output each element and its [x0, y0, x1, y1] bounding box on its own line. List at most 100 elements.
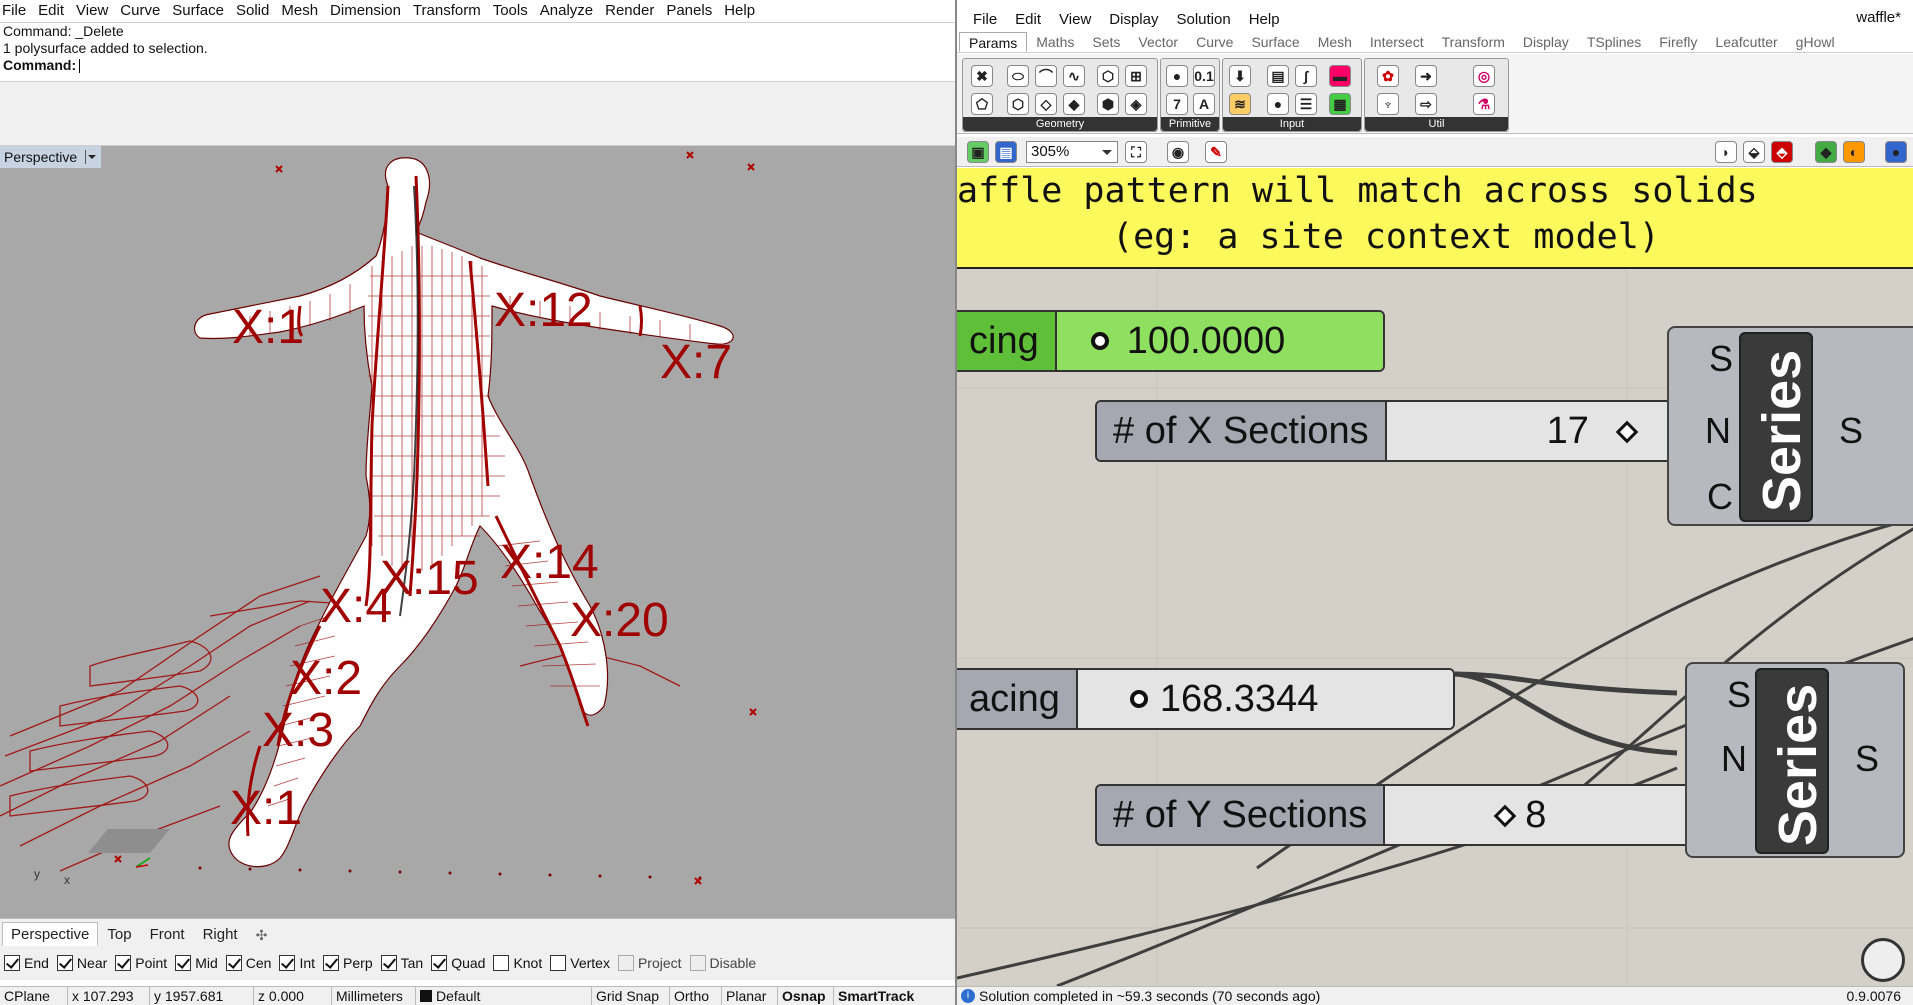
- input-s[interactable]: S: [1709, 338, 1733, 380]
- tab-vector[interactable]: Vector: [1129, 32, 1187, 52]
- slider-track[interactable]: 168.3344: [1077, 670, 1453, 728]
- osnap-cen[interactable]: Cen: [225, 955, 271, 971]
- osnap-project[interactable]: Project: [617, 955, 682, 971]
- rhino-menu-dimension[interactable]: Dimension: [330, 2, 401, 19]
- relay-arrow-icon[interactable]: ➜: [1415, 65, 1437, 87]
- brep-param-icon[interactable]: ⬡: [1097, 65, 1119, 87]
- field-param-icon[interactable]: ⬠: [971, 93, 993, 115]
- graph-param-icon[interactable]: ∫: [1295, 65, 1317, 87]
- tab-top[interactable]: Top: [98, 922, 140, 946]
- gh-menu-file[interactable]: File: [973, 11, 997, 28]
- input-c[interactable]: C: [1707, 476, 1733, 518]
- point-param-icon[interactable]: ◆: [1063, 93, 1085, 115]
- curve-param-icon[interactable]: ∿: [1063, 65, 1085, 87]
- osnap-tan[interactable]: Tan: [380, 955, 423, 971]
- tab-surface[interactable]: Surface: [1242, 32, 1308, 52]
- tab-mesh[interactable]: Mesh: [1309, 32, 1361, 52]
- tab-firefly[interactable]: Firefly: [1650, 32, 1706, 52]
- slider-grip-icon[interactable]: [1493, 804, 1517, 828]
- navigation-wheel-icon[interactable]: [1861, 938, 1905, 982]
- slider-track[interactable]: 100.0000: [1056, 312, 1383, 370]
- preview-eye-icon[interactable]: ◉: [1167, 141, 1189, 163]
- gh-menu-solution[interactable]: Solution: [1176, 11, 1230, 28]
- text-param-icon[interactable]: A: [1193, 93, 1215, 115]
- slider-grip-icon[interactable]: [1090, 332, 1109, 350]
- gh-menu-view[interactable]: View: [1059, 11, 1091, 28]
- status-ortho[interactable]: Ortho: [670, 986, 722, 1005]
- sketch-pen-icon[interactable]: ✎: [1205, 141, 1227, 163]
- viewport-title[interactable]: Perspective: [0, 146, 102, 168]
- tab-sets[interactable]: Sets: [1083, 32, 1129, 52]
- slider-grip-icon[interactable]: [1129, 690, 1148, 708]
- status-units[interactable]: Millimeters: [332, 986, 416, 1005]
- tab-transform[interactable]: Transform: [1433, 32, 1514, 52]
- osnap-point[interactable]: Point: [115, 955, 167, 971]
- vector-param-icon[interactable]: ◈: [1125, 93, 1147, 115]
- slider-grip-icon[interactable]: [1615, 420, 1638, 444]
- rhino-menu-surface[interactable]: Surface: [172, 2, 224, 19]
- rhino-menu-render[interactable]: Render: [605, 2, 654, 19]
- output-s[interactable]: S: [1855, 738, 1879, 780]
- series-component-y[interactable]: S N Series S: [1685, 662, 1905, 858]
- geometry-param-icon[interactable]: ✖: [971, 65, 993, 87]
- tab-leafcutter[interactable]: Leafcutter: [1706, 32, 1786, 52]
- status-cplane[interactable]: CPlane: [0, 986, 68, 1005]
- plane-param-icon[interactable]: ◇: [1035, 93, 1057, 115]
- button-param-icon[interactable]: ●: [1267, 93, 1289, 115]
- hollow-arrow-icon[interactable]: ⇨: [1415, 93, 1437, 115]
- series-component-x[interactable]: S N C Series S: [1667, 326, 1913, 526]
- rhino-menu-help[interactable]: Help: [724, 2, 755, 19]
- tab-display[interactable]: Display: [1514, 32, 1578, 52]
- zoom-select[interactable]: 305%: [1026, 141, 1118, 163]
- gh-menu-help[interactable]: Help: [1249, 11, 1280, 28]
- arc-param-icon[interactable]: ⌒: [1035, 65, 1057, 87]
- gh-menu-display[interactable]: Display: [1109, 11, 1158, 28]
- preview-mesh-icon[interactable]: ◆: [1815, 141, 1837, 163]
- flask-param-icon[interactable]: ⚗: [1473, 93, 1495, 115]
- output-s[interactable]: S: [1839, 410, 1863, 452]
- integer-param-icon[interactable]: 7: [1166, 93, 1188, 115]
- input-n[interactable]: N: [1705, 410, 1731, 452]
- cluster-param-icon[interactable]: ♆: [1377, 93, 1399, 115]
- rhino-menu-transform[interactable]: Transform: [413, 2, 481, 19]
- input-s[interactable]: S: [1727, 674, 1751, 716]
- status-grid-snap[interactable]: Grid Snap: [592, 986, 670, 1005]
- line-param-icon[interactable]: ⬡: [1007, 93, 1029, 115]
- tab-right[interactable]: Right: [194, 922, 247, 946]
- status-osnap[interactable]: Osnap: [778, 986, 834, 1005]
- rhino-menu-edit[interactable]: Edit: [38, 2, 64, 19]
- image-param-icon[interactable]: ≋: [1229, 93, 1251, 115]
- rhino-menu-mesh[interactable]: Mesh: [281, 2, 318, 19]
- gh-canvas[interactable]: affle pattern will match across solids (…: [957, 168, 1913, 986]
- slider-x-spacing[interactable]: cing 100.0000: [957, 310, 1385, 372]
- preview-color-icon[interactable]: ◐: [1843, 141, 1865, 163]
- input-n[interactable]: N: [1721, 738, 1747, 780]
- slider-y-sections[interactable]: # of Y Sections 8: [1095, 784, 1775, 846]
- add-viewport-tab-icon[interactable]: ✣: [247, 922, 277, 946]
- gate-param-icon[interactable]: ◎: [1473, 65, 1495, 87]
- status-smarttrack[interactable]: SmartTrack: [834, 987, 914, 1005]
- rhino-menu-curve[interactable]: Curve: [120, 2, 160, 19]
- tab-front[interactable]: Front: [141, 922, 194, 946]
- tab-params[interactable]: Params: [959, 32, 1028, 52]
- osnap-perp[interactable]: Perp: [323, 955, 373, 971]
- osnap-knot[interactable]: Knot: [493, 955, 542, 971]
- tab-tsplines[interactable]: TSplines: [1578, 32, 1650, 52]
- osnap-vertex[interactable]: Vertex: [550, 955, 610, 971]
- list-param-icon[interactable]: ☰: [1295, 93, 1317, 115]
- zoom-extents-icon[interactable]: ⛶: [1125, 141, 1147, 163]
- rhino-menu-analyze[interactable]: Analyze: [540, 2, 593, 19]
- rhino-menu-view[interactable]: View: [76, 2, 108, 19]
- display-options-icon[interactable]: ●: [1885, 141, 1907, 163]
- rhino-menu-file[interactable]: File: [2, 2, 26, 19]
- tab-curve[interactable]: Curve: [1187, 32, 1242, 52]
- preview-selected-icon[interactable]: ⬘: [1771, 141, 1793, 163]
- command-line[interactable]: Command:: [3, 57, 955, 74]
- mesh-param-icon[interactable]: ⊞: [1125, 65, 1147, 87]
- osnap-int[interactable]: Int: [279, 955, 315, 971]
- preview-wire-icon[interactable]: ◗: [1715, 141, 1737, 163]
- tab-maths[interactable]: Maths: [1027, 32, 1083, 52]
- osnap-mid[interactable]: Mid: [175, 955, 218, 971]
- circle-param-icon[interactable]: ⬭: [1007, 65, 1029, 87]
- cherry-param-icon[interactable]: ✿: [1377, 65, 1399, 87]
